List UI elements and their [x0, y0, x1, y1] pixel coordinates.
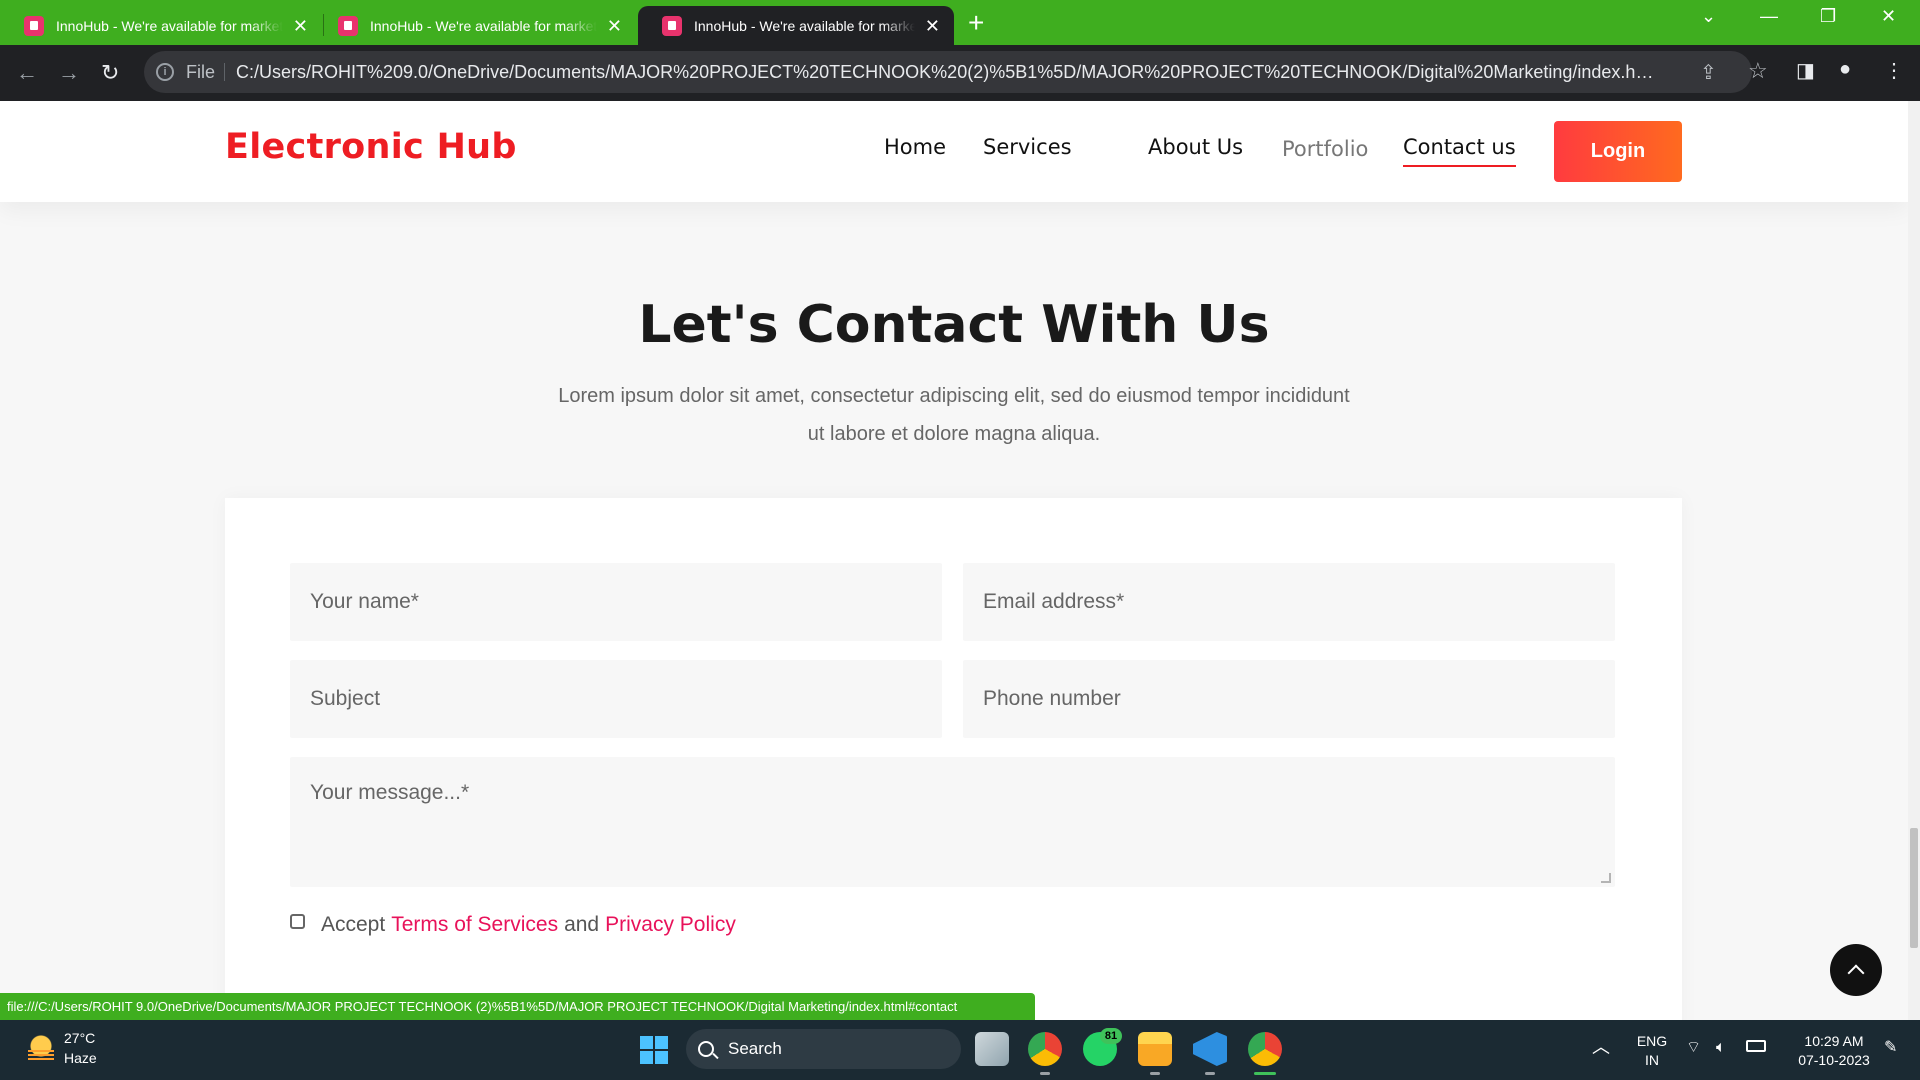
- forward-icon[interactable]: →: [58, 58, 80, 88]
- tab-search-icon[interactable]: ⌄: [1701, 6, 1716, 27]
- address-bar[interactable]: i File C:/Users/ROHIT%209.0/OneDrive/Doc…: [144, 51, 1768, 93]
- name-input[interactable]: Your name*: [290, 563, 942, 641]
- message-placeholder: Your message...*: [310, 781, 470, 804]
- terms-of-services-link[interactable]: Terms of Services: [391, 913, 558, 937]
- browser-tab[interactable]: InnoHub - We're available for marketing …: [0, 6, 322, 45]
- file-explorer-icon[interactable]: [1138, 1032, 1172, 1066]
- email-input[interactable]: Email address*: [963, 563, 1615, 641]
- vscode-icon[interactable]: [1193, 1032, 1227, 1066]
- site-logo[interactable]: Electronic Hub: [225, 127, 517, 167]
- profile-icon[interactable]: ●: [1839, 58, 1851, 81]
- resize-handle-icon[interactable]: [1601, 873, 1611, 883]
- site-favicon-icon: [24, 15, 44, 36]
- address-divider: [224, 63, 225, 81]
- status-bar-url: file:///C:/Users/ROHIT 9.0/OneDrive/Docu…: [0, 993, 1035, 1020]
- nav-contact-us[interactable]: Contact us: [1403, 135, 1516, 167]
- scrollbar-thumb[interactable]: [1910, 828, 1918, 948]
- weather-condition[interactable]: Haze: [64, 1050, 97, 1066]
- nav-portfolio[interactable]: Portfolio: [1282, 137, 1368, 161]
- browser-tab-active[interactable]: InnoHub - We're available for marketing …: [638, 6, 954, 45]
- browser-tab-strip: InnoHub - We're available for marketing …: [0, 0, 1920, 45]
- site-header: Electronic Hub Home Services About Us Po…: [0, 101, 1908, 202]
- menu-kebab-icon[interactable]: ⋮: [1884, 58, 1904, 83]
- taskbar-search-label: Search: [728, 1039, 782, 1058]
- close-window-icon[interactable]: ✕: [1881, 6, 1896, 27]
- taskbar: 27°C Haze Search 81 ︿ ENG IN ⌔ 🔈︎ 10:29 …: [0, 1020, 1920, 1080]
- clock[interactable]: 10:29 AM 07-10-2023: [1794, 1032, 1874, 1070]
- notifications-icon[interactable]: ✎: [1884, 1038, 1897, 1057]
- restore-icon[interactable]: ❐: [1820, 6, 1836, 27]
- active-app-indicator: [1254, 1072, 1276, 1075]
- terms-checkbox[interactable]: [290, 913, 305, 929]
- site-info-icon[interactable]: i: [156, 63, 174, 81]
- clock-time: 10:29 AM: [1804, 1033, 1864, 1049]
- taskbar-search[interactable]: Search: [686, 1029, 961, 1069]
- whatsapp-badge: 81: [1100, 1028, 1122, 1044]
- contact-form: Your name* Email address* Subject Phone …: [225, 498, 1682, 1020]
- address-url[interactable]: C:/Users/ROHIT%209.0/OneDrive/Documents/…: [236, 62, 1656, 83]
- minimize-icon[interactable]: —: [1760, 6, 1778, 27]
- phone-input[interactable]: Phone number: [963, 660, 1615, 738]
- address-scheme: File: [186, 62, 216, 82]
- bookmark-star-icon[interactable]: ☆: [1748, 58, 1768, 84]
- weather-temperature[interactable]: 27°C: [64, 1030, 95, 1046]
- site-favicon-icon: [338, 15, 358, 36]
- chrome-active-icon[interactable]: [1248, 1032, 1282, 1066]
- nav-home[interactable]: Home: [884, 135, 946, 159]
- app-indicator: [1040, 1072, 1050, 1075]
- privacy-policy-link[interactable]: Privacy Policy: [605, 913, 736, 937]
- windows-start-icon[interactable]: [640, 1036, 668, 1064]
- section-title: Let's Contact With Us: [638, 295, 1270, 355]
- weather-haze-icon[interactable]: [26, 1034, 56, 1064]
- volume-icon[interactable]: 🔈︎: [1716, 1038, 1726, 1057]
- clock-date: 07-10-2023: [1798, 1052, 1870, 1068]
- close-tab-icon[interactable]: ✕: [607, 17, 622, 35]
- login-button[interactable]: Login: [1554, 121, 1682, 182]
- chevron-up-icon: [1847, 964, 1865, 982]
- app-indicator: [1205, 1072, 1215, 1075]
- side-panel-icon[interactable]: ◨: [1796, 58, 1815, 83]
- tab-title: InnoHub - We're available for marketing: [56, 17, 283, 34]
- battery-icon[interactable]: [1746, 1040, 1766, 1052]
- section-subtitle: Lorem ipsum dolor sit amet, consectetur …: [558, 385, 1350, 445]
- site-favicon-icon: [662, 15, 682, 36]
- tab-title: InnoHub - We're available for marketing: [694, 17, 915, 34]
- nav-about-us[interactable]: About Us: [1148, 135, 1243, 159]
- reload-icon[interactable]: ↻: [101, 58, 119, 88]
- share-icon[interactable]: ⇪: [1700, 60, 1717, 85]
- browser-tab[interactable]: InnoHub - We're available for marketing …: [314, 6, 636, 45]
- back-to-top-button[interactable]: [1830, 944, 1882, 996]
- close-tab-icon[interactable]: ✕: [293, 17, 308, 35]
- task-view-icon[interactable]: [975, 1032, 1009, 1066]
- new-tab-button[interactable]: +: [968, 8, 984, 38]
- language-code: ENG: [1636, 1033, 1668, 1049]
- show-hidden-icons-chevron-icon[interactable]: ︿: [1592, 1038, 1610, 1057]
- language-region: IN: [1645, 1052, 1659, 1068]
- browser-toolbar: ← → ↻ i File C:/Users/ROHIT%209.0/OneDri…: [0, 45, 1920, 101]
- subject-input[interactable]: Subject: [290, 660, 942, 738]
- nav-services[interactable]: Services: [983, 135, 1072, 159]
- back-icon[interactable]: ←: [16, 58, 38, 88]
- terms-row: Accept Terms of Services and Privacy Pol…: [290, 913, 742, 937]
- terms-accept-text: Accept: [321, 913, 386, 936]
- terms-and-text: and: [564, 913, 600, 936]
- page-scrollbar[interactable]: [1908, 101, 1920, 1020]
- language-indicator[interactable]: ENG IN: [1632, 1032, 1672, 1070]
- tab-title: InnoHub - We're available for marketing: [370, 17, 597, 34]
- message-textarea[interactable]: Your message...*: [290, 757, 1615, 887]
- search-icon: [698, 1041, 714, 1057]
- wifi-icon[interactable]: ⌔: [1686, 1038, 1701, 1057]
- chrome-icon[interactable]: [1028, 1032, 1062, 1066]
- close-tab-icon[interactable]: ✕: [925, 17, 940, 35]
- web-page: Electronic Hub Home Services About Us Po…: [0, 101, 1908, 1020]
- app-indicator: [1150, 1072, 1160, 1075]
